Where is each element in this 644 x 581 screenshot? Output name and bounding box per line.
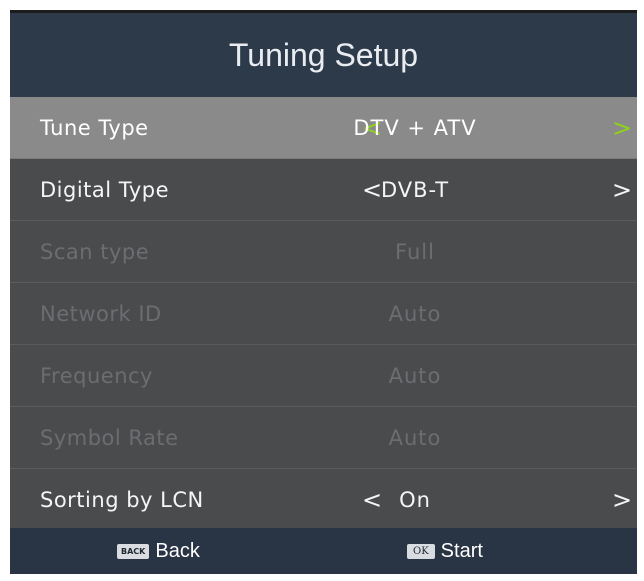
network-id-row: Network ID Auto xyxy=(10,283,637,345)
back-label: Back xyxy=(155,539,200,562)
sorting-by-lcn-label: Sorting by LCN xyxy=(40,488,204,512)
settings-list: Tune Type < DTV + ATV > Digital Type < D… xyxy=(10,97,637,531)
start-button[interactable]: OK Start xyxy=(407,528,483,574)
scan-type-value: Full xyxy=(395,240,435,264)
digital-type-label: Digital Type xyxy=(40,178,170,202)
top-border xyxy=(10,10,637,13)
footer-bar: BACK Back OK Start xyxy=(10,528,637,574)
chevron-right-icon[interactable]: > xyxy=(612,469,632,531)
tune-type-value: DTV + ATV xyxy=(353,116,477,140)
header-bar: Tuning Setup xyxy=(10,13,637,97)
scan-type-row: Scan type Full xyxy=(10,221,637,283)
back-key-icon: BACK xyxy=(117,543,150,559)
page-title: Tuning Setup xyxy=(228,36,419,73)
sorting-by-lcn-row[interactable]: Sorting by LCN < On > xyxy=(10,469,637,531)
network-id-label: Network ID xyxy=(40,302,162,326)
chevron-right-icon[interactable]: > xyxy=(612,97,632,159)
symbol-rate-value: Auto xyxy=(388,426,442,450)
tune-type-label: Tune Type xyxy=(40,116,149,140)
symbol-rate-label: Symbol Rate xyxy=(40,426,179,450)
digital-type-row[interactable]: Digital Type < DVB-T > xyxy=(10,159,637,221)
digital-type-value: DVB-T xyxy=(380,178,450,202)
tuning-setup-panel: Tuning Setup Tune Type < DTV + ATV > Dig… xyxy=(10,10,637,574)
start-label: Start xyxy=(440,539,483,562)
sorting-by-lcn-value: On xyxy=(399,488,431,512)
chevron-right-icon[interactable]: > xyxy=(612,159,632,221)
network-id-value: Auto xyxy=(388,302,442,326)
symbol-rate-row: Symbol Rate Auto xyxy=(10,407,637,469)
ok-key-icon: OK xyxy=(407,543,435,559)
frequency-value: Auto xyxy=(388,364,442,388)
frequency-row: Frequency Auto xyxy=(10,345,637,407)
tune-type-row[interactable]: Tune Type < DTV + ATV > xyxy=(10,97,637,159)
back-button[interactable]: BACK Back xyxy=(117,528,200,574)
frequency-label: Frequency xyxy=(40,364,153,388)
scan-type-label: Scan type xyxy=(40,240,150,264)
